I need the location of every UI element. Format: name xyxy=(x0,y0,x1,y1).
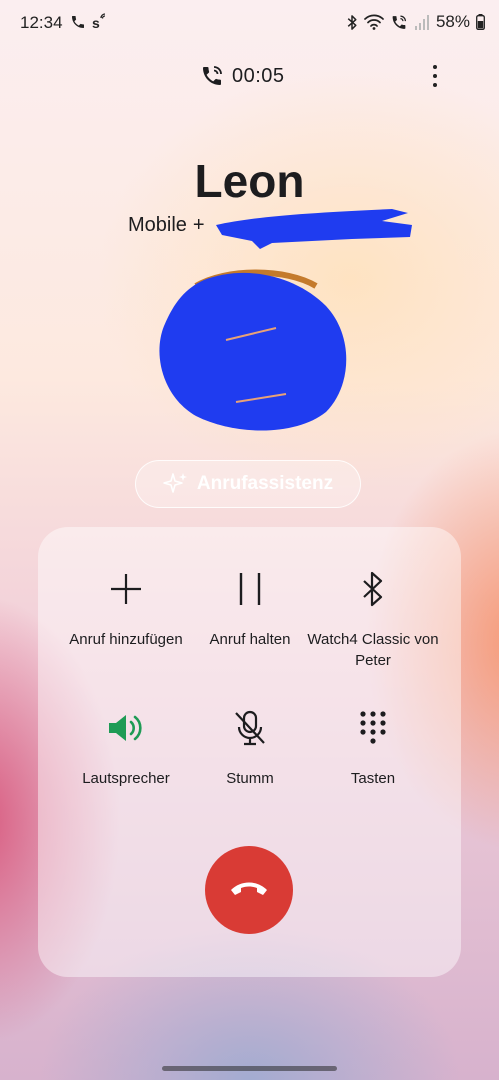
speaker-on-icon xyxy=(107,712,145,749)
wifi-calling-icon xyxy=(390,14,408,31)
keypad-label: Tasten xyxy=(350,770,396,787)
call-header: 00:05 xyxy=(0,60,499,92)
caller-number: Mobile + xyxy=(128,214,205,237)
status-bar: 12:34 s 58% xyxy=(0,0,499,48)
add-call-label: Anruf hinzufügen xyxy=(69,631,183,648)
mute-button[interactable]: Stumm xyxy=(180,710,320,789)
number-redaction-scribble xyxy=(216,209,412,249)
more-options-button[interactable] xyxy=(424,62,446,90)
hold-call-button[interactable]: Anruf halten xyxy=(180,571,320,650)
bluetooth-icon xyxy=(346,14,358,31)
sparkle-icon xyxy=(163,471,189,497)
hang-up-icon xyxy=(229,878,269,903)
number-type-label: Mobile xyxy=(128,214,187,236)
battery-text: 58% xyxy=(435,12,470,31)
end-call-button[interactable] xyxy=(205,846,293,934)
home-indicator[interactable] xyxy=(162,1066,337,1071)
hold-call-label: Anruf halten xyxy=(209,631,291,648)
add-call-button[interactable]: Anruf hinzufügen xyxy=(56,571,196,650)
bluetooth-device-button[interactable]: Watch4 Classic von Peter xyxy=(303,571,443,671)
bluetooth-icon xyxy=(361,571,385,612)
wifi-calling-icon xyxy=(200,64,224,88)
call-timer: 00:05 xyxy=(200,64,285,88)
more-dot-icon xyxy=(433,83,437,87)
cell-signal-icon xyxy=(414,14,430,30)
number-prefix: + xyxy=(192,214,205,236)
dialpad-icon xyxy=(359,710,387,751)
mic-off-icon xyxy=(233,710,267,751)
speaker-button[interactable]: Lautsprecher xyxy=(56,710,196,789)
pause-icon xyxy=(237,572,263,611)
call-assistant-label: Anrufassistenz xyxy=(196,473,334,494)
keypad-button[interactable]: Tasten xyxy=(303,710,443,789)
svg-text:s: s xyxy=(92,15,100,31)
call-assistant-button[interactable]: Anrufassistenz xyxy=(135,460,361,508)
plus-icon xyxy=(109,572,143,611)
more-dot-icon xyxy=(433,74,437,78)
caller-name: Leon xyxy=(194,155,305,207)
bluetooth-device-label: Watch4 Classic von Peter xyxy=(307,631,439,669)
mute-label: Stumm xyxy=(226,770,274,787)
contact-avatar xyxy=(159,269,347,431)
more-dot-icon xyxy=(433,65,437,69)
battery-icon xyxy=(476,14,485,30)
status-time: 12:34 xyxy=(20,13,63,32)
phone-icon xyxy=(70,14,86,30)
wifi-icon xyxy=(364,14,384,30)
call-timer-text: 00:05 xyxy=(232,64,285,87)
speaker-label: Lautsprecher xyxy=(82,770,170,787)
sim-signal-icon: s xyxy=(92,13,108,31)
